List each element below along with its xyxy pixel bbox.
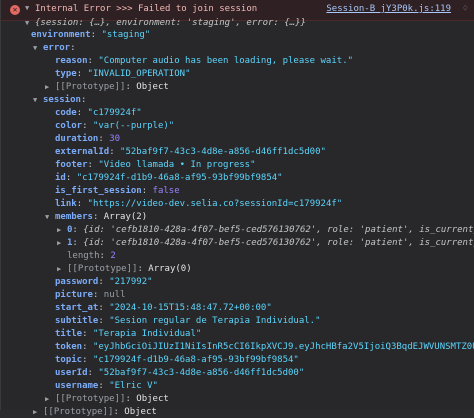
prop-session-password: password: "217992" [55, 277, 153, 287]
prop-session-topic: topic: "c179924f-d1b9-46a8-af95-93bf99bf… [55, 355, 299, 365]
prop-session-link: link: "https://video-dev.selia.co?sessio… [55, 199, 343, 209]
members-prototype[interactable]: ▶ [[Prototype]]: Array(0) [1, 263, 474, 275]
prop-session-color: color: "var(--purple)" [55, 121, 175, 131]
members-item-1[interactable]: ▶ 1: {id: 'cefb1810-428a-4f07-bef5-ced576… [1, 237, 474, 249]
expand-arrow-icon[interactable]: ▼ [33, 42, 43, 54]
prop-session-is-first-session: is_first_session: false [55, 186, 180, 196]
expand-arrow-icon[interactable]: ▶ [57, 224, 67, 236]
expand-arrow-icon[interactable]: ▶ [57, 263, 67, 275]
collapse-arrow-icon[interactable]: ▼ [25, 17, 35, 29]
log-summary[interactable]: ▼ {session: {…}, environment: 'staging', … [1, 17, 474, 29]
console-panel: ✕ ▼ Internal Error >>> Failed to join se… [0, 0, 474, 417]
prop-session[interactable]: ▼ session: [1, 94, 474, 106]
root-prototype[interactable]: ▶ [[Prototype]]: Object [1, 406, 474, 418]
expand-arrow-icon[interactable]: ▶ [45, 393, 55, 405]
prop-error-type: type: "INVALID_OPERATION" [55, 69, 191, 79]
prop-session-subtitle: subtitle: "Sesion regular de Terapia Ind… [55, 316, 321, 326]
expand-arrow-icon[interactable]: ▶ [57, 237, 67, 249]
prop-session-code: code: "c179924f" [55, 108, 142, 118]
error-message: Internal Error >>> Failed to join sessio… [35, 4, 258, 14]
prop-session-duration: duration: 30 [55, 134, 121, 144]
expand-arrow-icon[interactable]: ▶ [45, 81, 55, 93]
prop-session-username: username: "Elric V" [55, 381, 158, 391]
prop-session-id: id: "c179924f-d1b9-46a8-af95-93bf99bf985… [55, 173, 283, 183]
prop-environment: environment: "staging" [31, 30, 151, 40]
prop-error-reason: reason: "Computer audio has been loading… [55, 56, 354, 66]
expand-arrow-icon[interactable]: ▼ [25, 4, 33, 12]
insight-icon[interactable]: ♢ [463, 4, 468, 14]
expand-arrow-icon[interactable]: ▼ [45, 211, 55, 223]
prop-session-title: title: "Terapia Individual" [55, 329, 202, 339]
prop-session-footer: footer: "Video llamada • In progress" [55, 160, 256, 170]
prop-session-members[interactable]: ▼ members: Array(2) [1, 211, 474, 223]
members-item-0[interactable]: ▶ 0: {id: 'cefb1810-428a-4f07-bef5-ced576… [1, 224, 474, 236]
prop-session-userid: userId: "52baf9f7-43c3-4d8e-a856-d46ff1d… [55, 368, 305, 378]
members-length: length: 2 [67, 251, 116, 261]
source-link[interactable]: Session-B_jY3P0k.js:119 [326, 4, 451, 14]
prop-session-token: token: "eyJhbGciOiJIUzI1NiIsInR5cCI6IkpX… [55, 342, 474, 352]
prop-error-prototype[interactable]: ▶ [[Prototype]]: Object [1, 81, 474, 93]
expand-arrow-icon[interactable]: ▼ [33, 94, 43, 106]
prop-session-externalid: externalId: "52baf9f7-43c3-4d8e-a856-d46… [55, 147, 326, 157]
prop-session-start-at: start_at: "2024-10-15T15:48:47.72+00:00" [55, 303, 272, 313]
expand-arrow-icon[interactable]: ▶ [33, 406, 43, 418]
prop-session-prototype[interactable]: ▶ [[Prototype]]: Object [1, 393, 474, 405]
summary-text: {session: {…}, environment: 'staging', e… [35, 18, 306, 28]
prop-error[interactable]: ▼ error: [1, 42, 474, 54]
prop-session-picture: picture: null [55, 290, 126, 300]
error-icon: ✕ [10, 5, 20, 15]
